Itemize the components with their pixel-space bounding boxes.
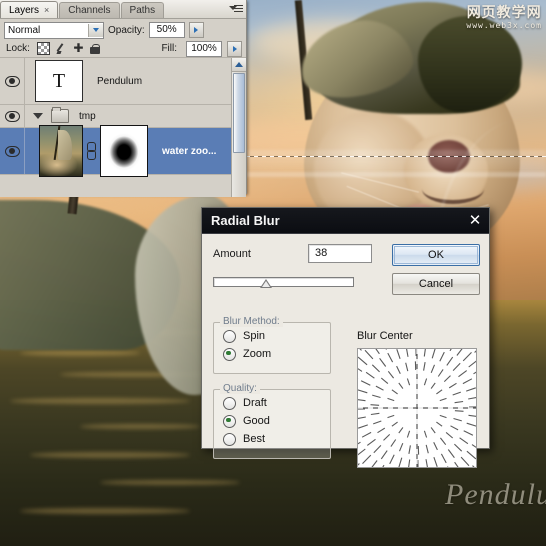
blur-method-group: Blur Method: Spin Zoom <box>213 316 331 374</box>
radio-good[interactable]: Good <box>214 412 330 430</box>
layers-panel: Layers × Channels Paths Normal Opacity: 5… <box>0 0 247 197</box>
layer-name-water-zoo[interactable]: water zoo... <box>162 146 216 157</box>
close-icon[interactable]: ✕ <box>465 211 485 230</box>
fill-slider-arrow-icon[interactable] <box>227 40 242 57</box>
panel-menu-icon[interactable] <box>229 3 243 15</box>
radio-button[interactable] <box>223 396 236 410</box>
tab-channels-label: Channels <box>68 5 111 16</box>
water-glint <box>10 398 190 404</box>
fill-label: Fill: <box>161 43 177 54</box>
dialog-title-bar[interactable]: Radial Blur ✕ <box>202 208 489 234</box>
radio-draft[interactable]: Draft <box>214 394 330 412</box>
hamburger-lines-icon <box>234 5 243 14</box>
radio-best-label: Best <box>243 433 266 445</box>
tab-layers-label: Layers <box>9 5 40 16</box>
cancel-button[interactable]: Cancel <box>392 273 480 295</box>
opacity-slider-arrow-icon[interactable] <box>188 22 204 38</box>
scroll-up-arrow-icon[interactable] <box>232 58 246 72</box>
blend-mode-value: Normal <box>8 24 41 36</box>
radial-blur-dialog: Radial Blur ✕ Amount 38 OK Cancel Blur M… <box>201 207 490 468</box>
radio-good-label: Good <box>243 415 270 427</box>
layer-list: T Pendulum tmp water zoo... <box>0 58 246 197</box>
close-icon[interactable]: × <box>44 5 49 15</box>
layer-visibility-toggle[interactable] <box>0 58 25 104</box>
blend-mode-row: Normal Opacity: 50% <box>0 19 246 39</box>
quality-legend: Quality: <box>220 383 260 394</box>
list-item[interactable]: T Pendulum <box>0 58 246 105</box>
radio-spin-label: Spin <box>243 330 266 342</box>
lock-image-pixels-icon[interactable] <box>56 43 67 54</box>
water-glint <box>30 452 190 458</box>
layer-thumbnail-text[interactable]: T <box>35 60 83 102</box>
layer-list-scrollbar[interactable] <box>231 58 246 197</box>
radio-button-selected[interactable] <box>223 414 236 428</box>
amount-input[interactable]: 38 <box>308 244 372 263</box>
fill-input[interactable]: 100% <box>186 40 222 57</box>
eye-icon <box>4 110 20 122</box>
radio-button-selected[interactable] <box>223 347 236 361</box>
list-item[interactable]: water zoo... <box>0 125 246 177</box>
dialog-body: Amount 38 OK Cancel Blur Method: Spin Zo… <box>202 234 489 468</box>
slider-track[interactable] <box>213 277 354 287</box>
layer-name-pendulum[interactable]: Pendulum <box>97 76 142 87</box>
chevron-down-icon[interactable] <box>88 23 103 37</box>
lock-label: Lock: <box>6 43 30 54</box>
radio-zoom[interactable]: Zoom <box>214 345 330 363</box>
opacity-label: Opacity: <box>108 24 145 36</box>
radio-button[interactable] <box>223 432 236 446</box>
lock-row: Lock: ✚ Fill: 100% <box>0 39 246 58</box>
radial-zoom-preview-icon <box>358 349 476 467</box>
radio-zoom-label: Zoom <box>243 348 272 360</box>
eye-icon <box>4 75 20 87</box>
artwork-signature: Pendulu <box>445 478 546 511</box>
dialog-title: Radial Blur <box>211 213 280 228</box>
layer-thumbnail-image[interactable] <box>39 125 83 177</box>
radio-draft-label: Draft <box>243 397 267 409</box>
lock-transparent-pixels-icon[interactable] <box>36 42 50 55</box>
lock-all-icon[interactable] <box>89 44 100 54</box>
opacity-input[interactable]: 50% <box>148 22 185 38</box>
scrollbar-thumb[interactable] <box>233 73 245 153</box>
ok-button[interactable]: OK <box>392 244 480 266</box>
eye-icon <box>4 145 20 157</box>
panel-tab-strip: Layers × Channels Paths <box>0 0 246 19</box>
folder-icon <box>51 107 69 123</box>
water-glint <box>20 350 140 356</box>
water-glint <box>100 480 240 485</box>
layer-visibility-toggle[interactable] <box>0 128 25 174</box>
layer-visibility-toggle[interactable] <box>0 105 25 127</box>
tab-paths[interactable]: Paths <box>120 2 165 18</box>
screenshot-root: 网页教学网 www.web3x.com Pendulu Layers × Chan… <box>0 0 546 546</box>
radio-best[interactable]: Best <box>214 430 330 448</box>
amount-slider[interactable] <box>213 275 354 288</box>
dialog-buttons: OK Cancel <box>392 244 480 302</box>
water-glint <box>20 508 190 514</box>
blend-mode-select[interactable]: Normal <box>4 21 104 39</box>
quality-group: Quality: Draft Good Best <box>213 383 331 459</box>
radio-spin[interactable]: Spin <box>214 327 330 345</box>
layer-group-name-tmp[interactable]: tmp <box>79 111 96 122</box>
blur-method-legend: Blur Method: <box>220 316 283 327</box>
amount-label: Amount <box>213 247 251 260</box>
slider-thumb[interactable] <box>259 279 272 288</box>
layer-mask-thumbnail[interactable] <box>100 125 148 177</box>
link-icon[interactable] <box>86 142 96 160</box>
blur-center-label: Blur Center <box>357 330 413 342</box>
tab-layers[interactable]: Layers × <box>0 1 59 18</box>
lock-icon-group: ✚ <box>36 42 100 55</box>
tab-paths-label: Paths <box>129 5 156 16</box>
radio-button[interactable] <box>223 329 236 343</box>
water-glint <box>80 424 200 429</box>
tab-channels[interactable]: Channels <box>59 2 120 18</box>
blur-center-preview[interactable] <box>357 348 477 468</box>
triangle-down-icon[interactable] <box>33 113 43 119</box>
selection-marquee <box>246 156 546 157</box>
lock-position-icon[interactable]: ✚ <box>73 42 84 54</box>
